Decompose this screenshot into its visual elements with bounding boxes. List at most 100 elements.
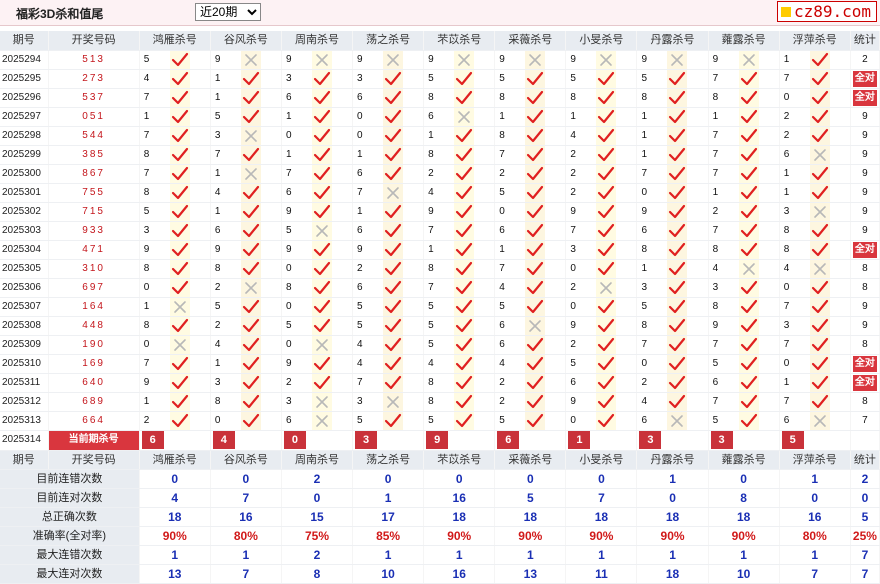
kill-cell: 1 (779, 50, 851, 70)
check-icon (809, 392, 830, 410)
cross-icon (169, 335, 190, 353)
header-group-0: 鸿雁杀号 (139, 31, 211, 51)
check-icon (596, 259, 617, 277)
check-icon (738, 411, 759, 429)
kill-table: 期号 开奖号码 鸿雁杀号 谷风杀号 周南杀号 荡之杀号 芣苡杀号 采薇杀号 小旻杀号 丹露杀号 蕹露… (0, 31, 880, 584)
kill-cell: 9 (565, 50, 638, 70)
kill-value: 8 (285, 281, 292, 293)
top-bar: 福彩3D杀和值尾 近20期 cz89.com (0, 0, 880, 26)
kill-cell: 1 (352, 145, 425, 165)
check-icon (383, 373, 404, 391)
check-icon (525, 164, 546, 182)
check-icon (738, 297, 759, 315)
stat-cell: 9 (850, 183, 880, 203)
kill-cell: 6 (281, 183, 354, 203)
kill-value: 6 (285, 414, 292, 426)
kill-cell: 5 (423, 297, 496, 317)
kill-cell: 4 (565, 126, 638, 146)
kill-cell: 0 (281, 297, 354, 317)
kill-cell: 8 (636, 240, 709, 260)
check-icon (383, 411, 404, 429)
kill-value: 6 (357, 167, 363, 179)
check-icon (383, 316, 404, 334)
kill-value: 9 (357, 243, 363, 255)
kill-cell: 4 (352, 335, 425, 355)
kill-value: 3 (214, 376, 221, 388)
kill-value: 9 (143, 243, 150, 255)
stat-cell: 7 (850, 411, 880, 431)
kill-cell: 6 (423, 107, 496, 127)
check-icon (596, 335, 617, 353)
check-icon (596, 69, 617, 87)
cross-icon (240, 164, 261, 182)
kill-cell: 3 (352, 392, 425, 412)
check-icon (738, 316, 759, 334)
cross-icon (809, 145, 830, 163)
draw-number-cell: 755 (48, 183, 140, 203)
kill-value: 7 (499, 148, 505, 160)
kill-value: 4 (357, 357, 363, 369)
kill-cell: 8 (139, 183, 211, 203)
current-kill-cell: 0 (281, 430, 354, 451)
all-correct-badge: 全对 (852, 89, 877, 106)
check-icon (169, 107, 190, 125)
kill-cell: 1 (139, 107, 211, 127)
kill-value: 1 (214, 357, 221, 369)
period-select[interactable]: 近20期 (195, 3, 261, 21)
kill-value: 5 (214, 300, 221, 312)
kill-value: 5 (641, 72, 648, 84)
kill-value: 7 (712, 338, 719, 350)
issue-cell: 2025302 (0, 202, 49, 222)
kill-cell: 2 (565, 183, 638, 203)
draw-number-cell: 448 (48, 316, 140, 336)
check-icon (240, 240, 261, 258)
kill-value: 1 (783, 53, 790, 65)
kill-value: 3 (570, 243, 576, 255)
check-icon (667, 240, 688, 258)
check-icon (809, 278, 830, 296)
header-group-8: 蕹露杀号 (708, 450, 780, 470)
kill-cell: 2 (352, 259, 425, 279)
draw-number-cell: 513 (48, 50, 140, 70)
summary-value: 18 (636, 564, 709, 584)
kill-value: 0 (570, 262, 576, 274)
header-numbers: 开奖号码 (48, 450, 140, 470)
kill-cell: 0 (139, 278, 211, 298)
check-icon (738, 183, 759, 201)
check-icon (738, 392, 759, 410)
check-icon (311, 297, 332, 315)
cross-icon (311, 411, 332, 429)
kill-value: 2 (214, 281, 221, 293)
check-icon (169, 69, 190, 87)
kill-value: 2 (570, 281, 576, 293)
kill-cell: 8 (779, 221, 851, 241)
check-icon (169, 278, 190, 296)
site-logo[interactable]: cz89.com (776, 1, 877, 22)
check-icon (738, 69, 759, 87)
kill-value: 5 (357, 300, 363, 312)
current-kill-value: 6 (141, 431, 164, 449)
table-row: 2025302 715 5 1 9 1 9 0 9 9 2 3 9 (0, 202, 880, 222)
kill-cell: 1 (423, 240, 496, 260)
kill-value: 2 (712, 205, 719, 217)
summary-value: 16 (779, 507, 851, 527)
current-kill-value: 5 (781, 431, 804, 449)
table-row: 2025312 689 1 8 3 3 8 2 9 4 7 7 8 (0, 392, 880, 412)
kill-value: 5 (570, 357, 576, 369)
kill-value: 5 (428, 338, 434, 350)
kill-value: 6 (357, 224, 363, 236)
kill-cell: 2 (494, 373, 567, 393)
kill-value: 7 (143, 129, 150, 141)
check-icon (596, 183, 617, 201)
kill-cell: 2 (565, 335, 638, 355)
kill-value: 1 (499, 110, 505, 122)
check-icon (169, 164, 190, 182)
kill-cell: 5 (708, 354, 780, 374)
header-group-8: 蕹露杀号 (708, 31, 780, 51)
kill-cell: 9 (636, 202, 709, 222)
kill-cell: 4 (423, 354, 496, 374)
summary-value: 0 (565, 469, 638, 489)
kill-value: 8 (428, 376, 434, 388)
summary-value: 13 (494, 564, 567, 584)
kill-cell: 4 (210, 335, 282, 355)
